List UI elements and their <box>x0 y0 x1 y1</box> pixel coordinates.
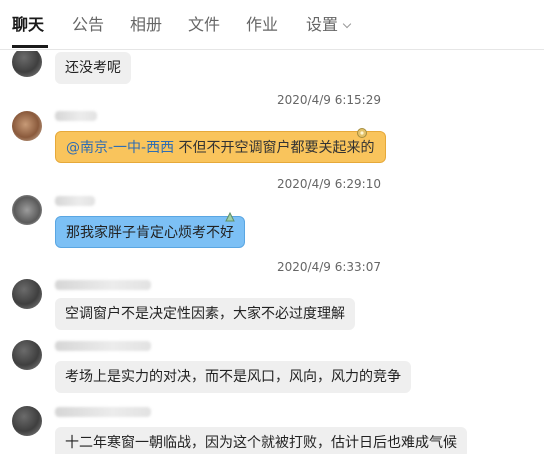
tab-chat[interactable]: 聊天 <box>12 14 44 36</box>
bubble-sticker-icon <box>357 128 367 138</box>
avatar[interactable] <box>12 340 42 370</box>
tab-album[interactable]: 相册 <box>130 14 162 36</box>
message-bubble[interactable]: 还没考呢 <box>55 52 131 84</box>
active-tab-indicator <box>12 45 48 48</box>
message-bubble[interactable]: 空调窗户不是决定性因素，大家不必过度理解 <box>55 298 355 330</box>
sender-name-blurred <box>55 111 97 121</box>
avatar[interactable] <box>12 406 42 436</box>
tab-settings-label: 设置 <box>306 15 339 34</box>
tab-files[interactable]: 文件 <box>188 14 220 36</box>
avatar[interactable] <box>12 195 42 225</box>
bubble-sticker-icon <box>225 211 235 222</box>
message-bubble[interactable]: @南京-一中-西西 不但不开空调窗户都要关起来的 <box>55 131 386 163</box>
avatar[interactable] <box>12 51 42 77</box>
message-text: 不但不开空调窗户都要关起来的 <box>174 140 375 156</box>
tab-announcement[interactable]: 公告 <box>72 14 104 36</box>
chat-message-list[interactable]: 还没考呢 2020/4/9 6:15:29 @南京-一中-西西 不但不开空调窗户… <box>0 51 544 454</box>
avatar[interactable] <box>12 111 42 141</box>
sender-name-blurred <box>55 407 151 417</box>
message-bubble[interactable]: 十二年寒窗一朝临战，因为这个就被打败，估计日后也难成气候 <box>55 427 467 454</box>
message-bubble[interactable]: 考场上是实力的对决，而不是风口，风向，风力的竞争 <box>55 361 411 393</box>
chevron-down-icon <box>342 19 352 29</box>
group-tab-bar: 聊天 公告 相册 文件 作业 设置 <box>0 0 544 50</box>
tab-homework[interactable]: 作业 <box>246 14 278 36</box>
sender-name-blurred <box>55 341 151 351</box>
message-bubble[interactable]: 那我家胖子肯定心烦考不好 <box>55 216 245 248</box>
message-timestamp: 2020/4/9 6:29:10 <box>277 177 381 191</box>
sender-name-blurred <box>55 280 151 290</box>
message-timestamp: 2020/4/9 6:15:29 <box>277 93 381 107</box>
tab-settings[interactable]: 设置 <box>306 14 352 36</box>
mention-link[interactable]: @南京-一中-西西 <box>66 140 174 156</box>
avatar[interactable] <box>12 279 42 309</box>
sender-name-blurred <box>55 196 95 206</box>
message-timestamp: 2020/4/9 6:33:07 <box>277 260 381 274</box>
